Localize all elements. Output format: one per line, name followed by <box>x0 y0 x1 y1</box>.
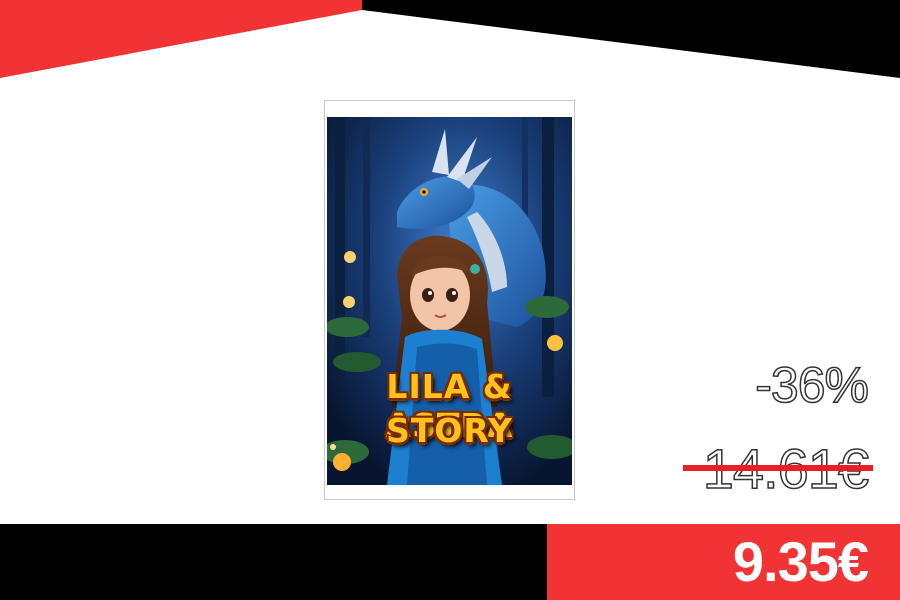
cover-title-line-2: STORY <box>386 411 513 450</box>
book-cover-art: LILA & ASTRA STORY <box>327 117 572 485</box>
price-strikethrough-line <box>683 465 873 471</box>
top-right-black-shape <box>362 0 900 78</box>
top-left-red-shape <box>0 0 362 78</box>
discount-percentage: -36% <box>755 356 870 414</box>
bottom-left-black-bar <box>0 524 547 600</box>
book-cover-frame[interactable]: LILA & ASTRA STORY <box>324 100 575 500</box>
sale-price: 9.35€ <box>732 530 869 593</box>
